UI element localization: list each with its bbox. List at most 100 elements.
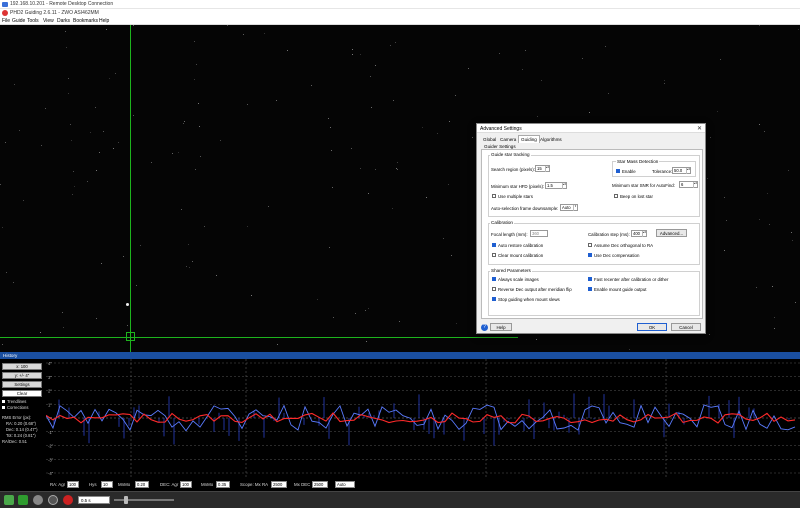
use-dec-compensation-checkbox[interactable] <box>588 253 592 257</box>
background-star <box>499 53 500 54</box>
background-star <box>14 84 15 85</box>
background-star <box>370 76 371 77</box>
mx-dec-field[interactable]: 2500 <box>312 481 328 488</box>
mx-ra-field[interactable]: 2500 <box>271 481 287 488</box>
auto-restore-calibration-label: Auto restore calibration <box>498 243 544 248</box>
remote-desktop-icon <box>2 2 8 7</box>
ra-minmo-field[interactable]: 0.20 <box>135 481 149 488</box>
menu-guide[interactable]: Guide <box>12 18 25 24</box>
background-star <box>41 145 42 146</box>
background-star <box>192 261 193 262</box>
background-star <box>181 209 182 210</box>
guide-icon[interactable] <box>48 495 58 505</box>
corrections-checkbox[interactable] <box>2 406 5 409</box>
background-star <box>172 153 173 154</box>
background-star <box>133 25 134 26</box>
background-star <box>392 208 393 209</box>
enable-mount-output-label: Enable mount guide output <box>594 287 647 292</box>
help-button[interactable]: Help <box>490 323 512 331</box>
advanced-button[interactable]: Advanced... <box>656 229 687 237</box>
ok-button[interactable]: OK <box>637 323 667 331</box>
tab-algorithms[interactable]: Algorithms <box>538 136 564 143</box>
loop-icon[interactable] <box>18 495 28 505</box>
graph-clear-button[interactable]: Clear <box>2 390 42 397</box>
dec-minmo-field[interactable]: 0.35 <box>216 481 230 488</box>
dec-minmo-label: MnMo <box>201 482 214 487</box>
background-star <box>422 127 423 128</box>
help-icon[interactable]: ? <box>481 324 488 331</box>
star-select-icon[interactable] <box>33 495 43 505</box>
use-multiple-stars-checkbox[interactable] <box>492 194 496 198</box>
gamma-slider-thumb[interactable] <box>124 496 128 504</box>
cal-step-spinner[interactable]: 400 ▴▾ <box>631 230 647 237</box>
trendlines-checkbox[interactable] <box>2 400 5 403</box>
close-icon[interactable]: ✕ <box>697 125 702 132</box>
background-star <box>333 317 334 318</box>
background-star <box>707 178 708 179</box>
clear-mount-calibration-checkbox[interactable] <box>492 253 496 257</box>
auto-restore-calibration-checkbox[interactable] <box>492 243 496 247</box>
enable-mount-output-checkbox[interactable] <box>588 287 592 291</box>
menu-help[interactable]: Help <box>99 18 109 24</box>
dec-agr-field[interactable]: 100 <box>180 481 192 488</box>
background-star <box>397 169 398 170</box>
background-star <box>189 267 190 268</box>
background-star <box>605 46 606 47</box>
beep-lost-star-checkbox[interactable] <box>614 194 618 198</box>
crosshair-vertical <box>130 25 131 352</box>
background-star <box>774 328 775 329</box>
hys-field[interactable]: 10 <box>101 481 113 488</box>
gamma-slider-track[interactable] <box>114 499 174 501</box>
menu-file[interactable]: File <box>2 18 10 24</box>
tolerance-spinner[interactable]: 50.0 ▴▾ <box>672 167 691 174</box>
autosel-downsample-select[interactable]: Auto ▾ <box>560 204 578 211</box>
menu-bookmarks[interactable]: Bookmarks <box>73 18 98 24</box>
search-region-spinner[interactable]: 15 ▴▾ <box>535 165 550 172</box>
background-star <box>276 100 277 101</box>
background-star <box>426 197 427 198</box>
background-star <box>113 148 114 149</box>
use-camera-icon[interactable] <box>4 495 14 505</box>
dec-agr-label: DEC: Agr <box>160 482 179 487</box>
fast-recenter-checkbox[interactable] <box>588 277 592 281</box>
background-star <box>198 103 199 104</box>
cancel-button[interactable]: Cancel <box>671 323 701 331</box>
background-star <box>769 224 770 225</box>
background-star <box>71 140 72 141</box>
background-star <box>709 334 710 335</box>
y-scale-select[interactable]: y: +/- 4" <box>2 372 42 379</box>
background-star <box>791 232 792 233</box>
use-dec-compensation-label: Use Dec compensation <box>594 253 640 258</box>
stop-guiding-slews-checkbox[interactable] <box>492 297 496 301</box>
min-hfd-label: Minimum star HFD (pixels): <box>491 184 545 189</box>
tab-guiding[interactable]: Guiding <box>518 135 540 143</box>
min-snr-spinner[interactable]: 6 ▴▾ <box>679 181 698 188</box>
background-star <box>328 118 329 119</box>
ra-agr-label: RA: Agr <box>50 482 66 487</box>
menu-tools[interactable]: Tools <box>27 18 39 24</box>
x-scale-select[interactable]: x: 100 <box>2 363 42 370</box>
remote-desktop-title: 192.168.10.201 - Remote Desktop Connecti… <box>10 1 114 7</box>
graph-settings-button[interactable]: Settings <box>2 381 42 388</box>
ra-dec-ratio: RA/Dec: 0.51 <box>2 439 27 444</box>
star-mass-enable-checkbox[interactable] <box>616 169 620 173</box>
background-star <box>247 226 248 227</box>
background-star <box>449 121 450 122</box>
ra-agr-field[interactable]: 100 <box>67 481 79 488</box>
menu-darks[interactable]: Darks <box>57 18 70 24</box>
tab-global[interactable]: Global <box>481 136 498 143</box>
background-star <box>247 104 248 105</box>
min-hfd-spinner[interactable]: 1.5 ▴▾ <box>545 182 567 189</box>
dec-mode-select[interactable]: Auto <box>335 481 355 488</box>
reverse-dec-checkbox[interactable] <box>492 287 496 291</box>
focal-length-field[interactable]: 360 <box>530 230 548 237</box>
trendlines-label: Trendlines <box>7 399 27 404</box>
stop-icon[interactable] <box>63 495 73 505</box>
background-star <box>115 73 116 74</box>
assume-dec-orthogonal-checkbox[interactable] <box>588 243 592 247</box>
background-star <box>724 250 725 251</box>
always-scale-images-checkbox[interactable] <box>492 277 496 281</box>
tab-camera[interactable]: Camera <box>498 136 518 143</box>
exposure-select[interactable]: 0.5 s <box>78 496 110 504</box>
menu-view[interactable]: View <box>43 18 54 24</box>
